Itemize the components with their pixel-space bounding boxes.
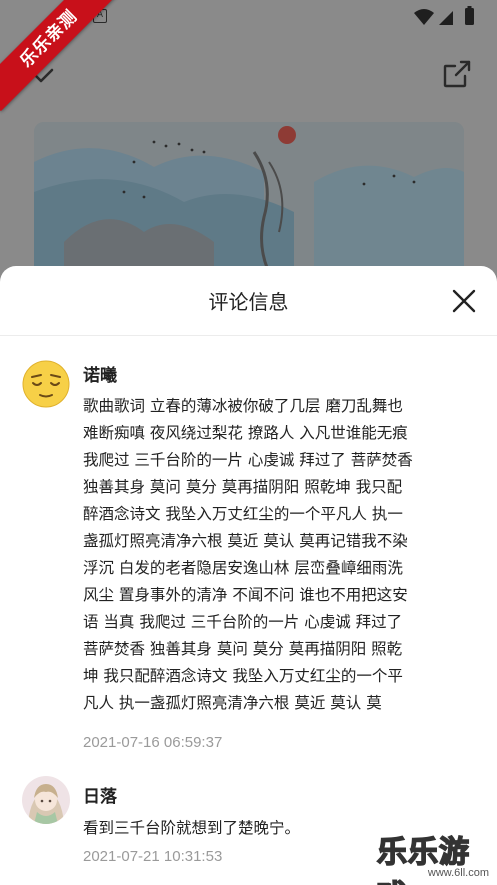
- close-icon[interactable]: [449, 286, 479, 316]
- comment-line: 凡人 执一盏孤灯照亮清净六根 莫近 莫认 莫: [83, 694, 382, 712]
- comment-username: 诺曦: [83, 366, 117, 386]
- comment-line: 歌曲歌词 立春的薄冰被你破了几层 磨刀乱舞也: [83, 397, 403, 415]
- anime-girl-avatar[interactable]: [22, 776, 70, 824]
- comment-line: 我爬过 三千台阶的一片 心虔诚 拜过了 菩萨焚香: [83, 451, 413, 469]
- comment-line: 菩萨焚香 独善其身 莫问 莫分 莫再描阴阳 照乾: [83, 640, 403, 658]
- comment-line: 难断痴嗔 夜风绕过梨花 撩路人 入凡世谁能无痕: [83, 424, 408, 442]
- comment-line: 醉酒念诗文 我坠入万丈红尘的一个平凡人 执一: [83, 505, 403, 523]
- comment-timestamp: 2021-07-21 10:31:53: [83, 848, 223, 865]
- status-icons: [413, 6, 483, 28]
- comment-line: 语 当真 我爬过 三千台阶的一片 心虔诚 拜过了: [83, 613, 403, 631]
- comment-line: 浮沉 白发的老者隐居安逸山林 层峦叠嶂细雨洗: [83, 559, 403, 577]
- comment-line: 盏孤灯照亮清净六根 莫近 莫认 莫再记错我不染: [83, 532, 408, 550]
- wifi-icon: [414, 9, 434, 25]
- share-icon[interactable]: [441, 58, 473, 90]
- comment-sheet: 评论信息 诺曦 歌曲歌词 立春的薄冰被你破了几层 磨刀乱舞也 难断痴嗔 夜风绕过…: [0, 266, 497, 885]
- comment-line: 风尘 置身事外的清净 不闻不问 谁也不用把这安: [83, 586, 408, 604]
- comment-line: 坤 我只配醉酒念诗文 我坠入万丈红尘的一个平: [83, 667, 403, 685]
- battery-icon: [465, 6, 474, 25]
- signal-icon: [439, 11, 453, 25]
- comment-item: 诺曦 歌曲歌词 立春的薄冰被你破了几层 磨刀乱舞也 难断痴嗔 夜风绕过梨花 撩路…: [0, 352, 497, 752]
- comment-username: 日落: [83, 787, 117, 807]
- comment-timestamp: 2021-07-16 06:59:37: [83, 734, 223, 751]
- emoji-relieved-avatar[interactable]: [22, 360, 70, 408]
- sheet-header: 评论信息: [0, 266, 497, 336]
- comment-text: 歌曲歌词 立春的薄冰被你破了几层 磨刀乱舞也 难断痴嗔 夜风绕过梨花 撩路人 入…: [83, 393, 475, 717]
- sheet-title: 评论信息: [208, 290, 289, 314]
- comment-line: 独善其身 莫问 莫分 莫再描阴阳 照乾坤 我只配: [83, 478, 403, 496]
- watermark: 乐乐游戏 www.6ll.com: [376, 827, 493, 885]
- watermark-url: www.6ll.com: [427, 867, 489, 879]
